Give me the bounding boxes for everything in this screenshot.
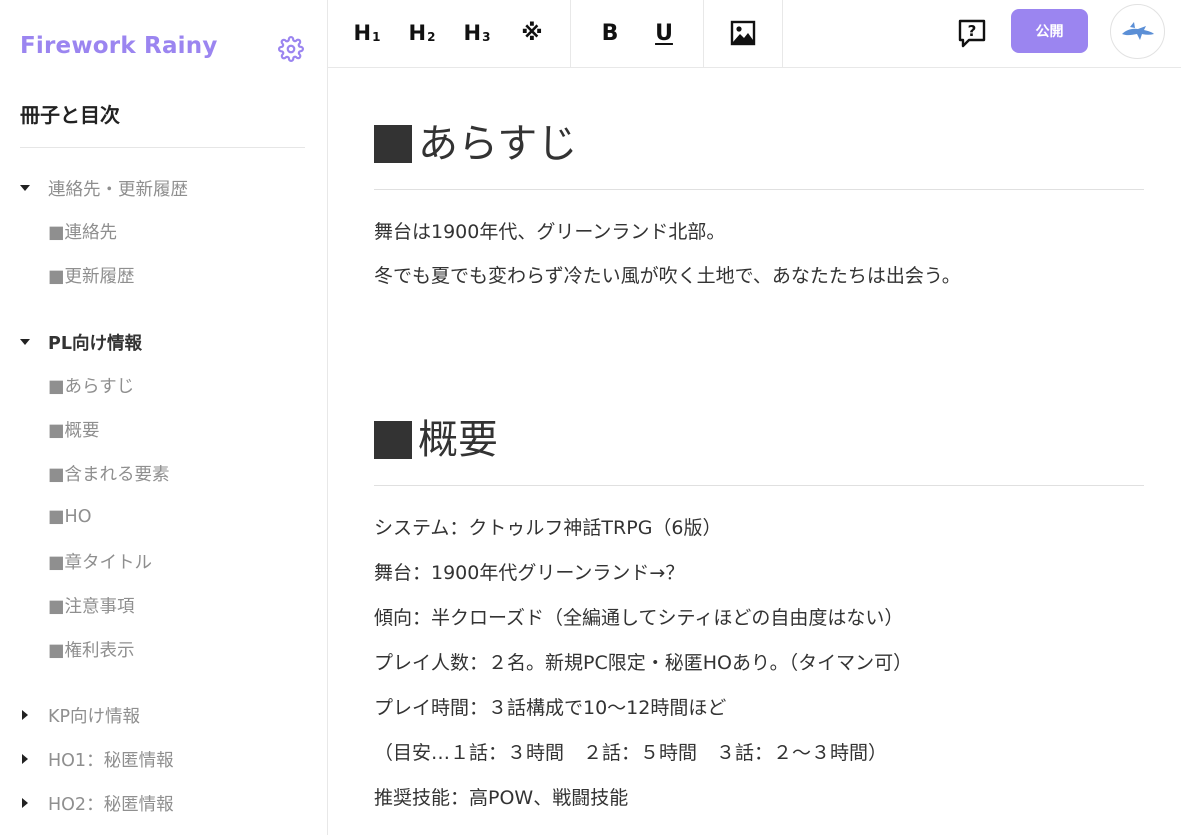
help-button[interactable]: ?	[956, 14, 988, 52]
toc-item-label: ■あらすじ	[48, 376, 135, 397]
toc-item[interactable]: ■HO	[48, 502, 91, 532]
button-label: B	[601, 20, 619, 46]
gear-icon[interactable]	[278, 36, 304, 62]
heading-text: 概要	[374, 414, 1144, 466]
toc-item[interactable]: ■注意事項	[48, 590, 135, 620]
toolbar-divider	[703, 0, 704, 68]
toc-item-label: ■権利表示	[48, 640, 135, 661]
button-sub: 1	[372, 30, 381, 44]
paragraph-line[interactable]: 舞台は1900年代、グリーンランド北部。	[374, 217, 725, 247]
toc-item[interactable]: ■あらすじ	[48, 370, 134, 400]
toc-group-label: KP向け情報	[48, 706, 141, 727]
toc-item[interactable]: ■連絡先	[48, 216, 117, 246]
bold-button[interactable]: B	[595, 14, 625, 52]
paragraph-line[interactable]: 傾向：半クローズド（全編通してシティほどの自由度はない）	[374, 603, 903, 633]
toc-group-label: PL向け情報	[48, 333, 142, 354]
toc-group-label: 連絡先・更新履歴	[48, 179, 188, 200]
toc-group-ho1[interactable]: HO1：秘匿情報	[0, 744, 174, 774]
sidebar-section-title: 冊子と目次	[20, 103, 120, 127]
toc-group-kp-info[interactable]: KP向け情報	[0, 700, 140, 730]
button-label: H	[408, 21, 427, 45]
image-icon	[730, 20, 756, 46]
whale-icon	[1121, 21, 1154, 40]
caret-down-icon[interactable]	[0, 339, 48, 345]
button-label: H	[463, 21, 482, 45]
button-sub: 2	[427, 30, 436, 44]
paragraph-line[interactable]: （目安…１話：３時間 ２話：５時間 ３話：２〜３時間）	[374, 738, 887, 768]
button-label: U	[655, 20, 673, 46]
section-heading[interactable]: あらすじ	[374, 118, 1144, 170]
toc-group-label: HO1：秘匿情報	[48, 750, 174, 771]
toc-item-label: ■連絡先	[48, 222, 118, 243]
toc-group-contact[interactable]: 連絡先・更新履歴	[0, 173, 188, 203]
paragraph-line[interactable]: 舞台：1900年代グリーンランド→？	[374, 558, 684, 588]
help-icon: ?	[958, 19, 986, 48]
caret-down-icon[interactable]	[0, 185, 48, 191]
heading-label: あらすじ	[418, 121, 578, 167]
paragraph-line[interactable]: システム：クトゥルフ神話TRPG（6版）	[374, 513, 722, 543]
toolbar-divider	[570, 0, 571, 68]
paragraph-line[interactable]: 冬でも夏でも変わらず冷たい風が吹く土地で、あなたたちは出会う。	[374, 261, 961, 291]
publish-button[interactable]: 公開	[1011, 9, 1088, 53]
toc-item-label: ■概要	[48, 420, 100, 441]
toc-item-label: ■更新履歴	[48, 266, 135, 287]
toc-item-label: ■注意事項	[48, 596, 135, 617]
heading-rule	[374, 189, 1144, 190]
paragraph-line[interactable]: プレイ人数：２名。新規PC限定・秘匿HOあり。（タイマン可）	[374, 648, 912, 678]
caret-right-icon[interactable]	[0, 754, 48, 764]
heading-3-button[interactable]: H3	[462, 14, 492, 52]
paragraph-line[interactable]: プレイ時間：３話構成で10〜12時間ほど	[374, 693, 726, 723]
insert-image-button[interactable]	[728, 14, 758, 52]
toc-group-ho2[interactable]: HO2：秘匿情報	[0, 788, 174, 818]
section-heading[interactable]: 概要	[374, 414, 1144, 466]
avatar[interactable]	[1110, 4, 1165, 59]
svg-text:?: ?	[968, 22, 977, 40]
editor-toolbar: H1 H2 H3 ※ B U ? 公開	[328, 0, 1181, 68]
sidebar-divider	[20, 147, 305, 148]
heading-text: あらすじ	[374, 118, 1144, 170]
toc-item[interactable]: ■章タイトル	[48, 546, 152, 576]
editor-app: Firework Rainy 冊子と目次 連絡先・更新履歴 ■連絡先 ■更新履歴…	[0, 0, 1181, 835]
caret-right-icon[interactable]	[0, 710, 48, 720]
toc-item-label: ■含まれる要素	[48, 464, 170, 485]
square-icon	[374, 421, 412, 459]
toc-group-pl-info[interactable]: PL向け情報	[0, 327, 142, 357]
toc-item[interactable]: ■権利表示	[48, 634, 135, 664]
heading-2-button[interactable]: H2	[407, 14, 437, 52]
heading-1-button[interactable]: H1	[352, 14, 382, 52]
underline-button[interactable]: U	[649, 14, 679, 52]
toc-item-label: ■章タイトル	[48, 552, 153, 573]
toc-item[interactable]: ■含まれる要素	[48, 458, 170, 488]
kome-note-button[interactable]: ※	[517, 14, 547, 52]
heading-rule	[374, 485, 1144, 486]
toolbar-divider	[782, 0, 783, 68]
button-label: H	[353, 21, 372, 45]
sidebar: Firework Rainy 冊子と目次 連絡先・更新履歴 ■連絡先 ■更新履歴…	[0, 0, 328, 835]
paragraph-line[interactable]: 推奨技能：高POW、戦闘技能	[374, 783, 628, 813]
toc-item[interactable]: ■概要	[48, 414, 100, 444]
button-label: ※	[521, 20, 543, 46]
toc-item[interactable]: ■更新履歴	[48, 260, 135, 290]
brand-title[interactable]: Firework Rainy	[20, 33, 218, 59]
toc-group-label: HO2：秘匿情報	[48, 794, 174, 815]
caret-right-icon[interactable]	[0, 798, 48, 808]
heading-label: 概要	[418, 417, 498, 463]
square-icon	[374, 125, 412, 163]
button-sub: 3	[482, 30, 491, 44]
toc-item-label: ■HO	[48, 507, 92, 527]
